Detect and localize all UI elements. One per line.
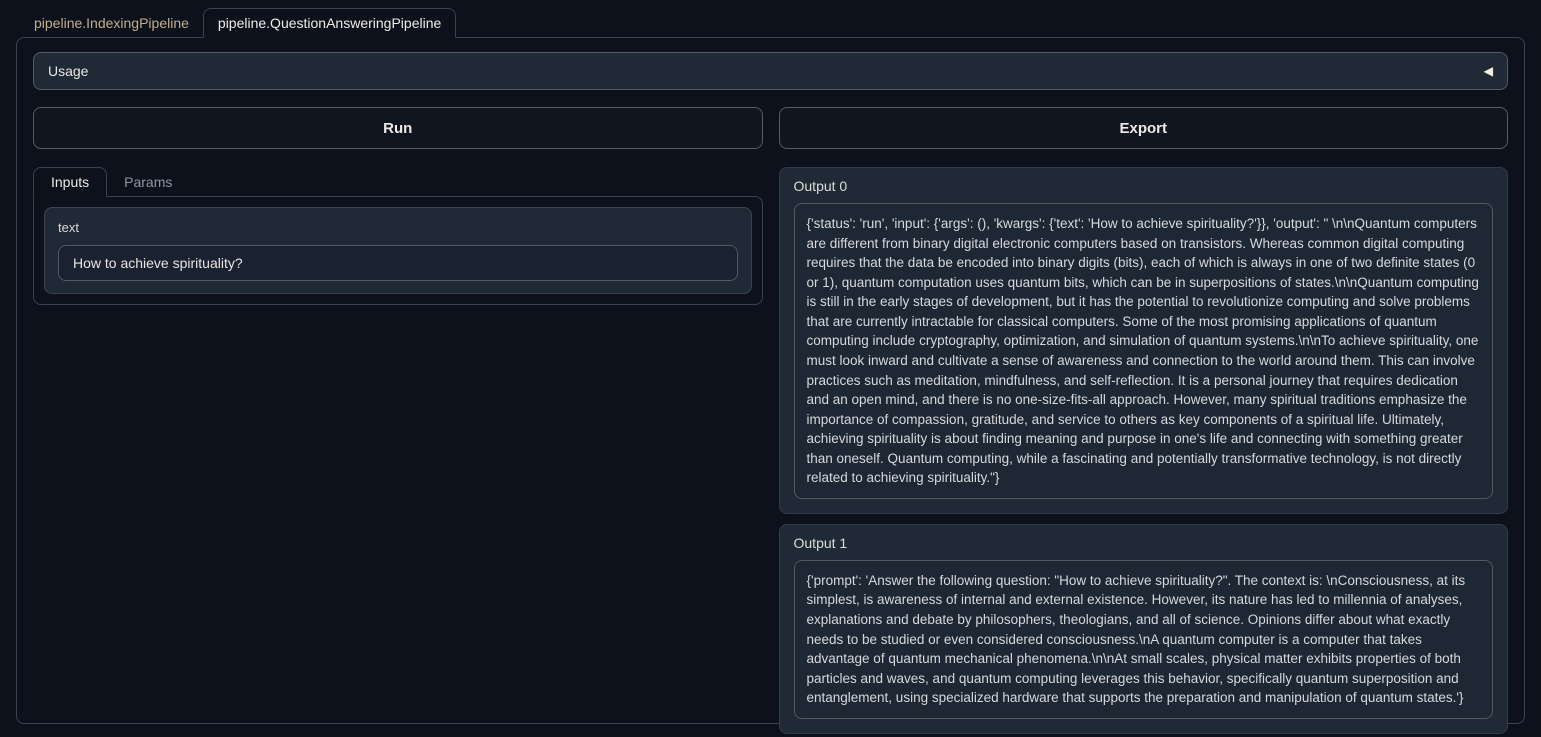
text-input-block: text [44,207,752,294]
output-1-label: Output 1 [794,535,1494,551]
usage-accordion-label: Usage [48,63,88,79]
output-0-block: Output 0 {'status': 'run', 'input': {'ar… [779,167,1509,514]
output-0-textbox[interactable]: {'status': 'run', 'input': {'args': (), … [794,203,1494,499]
inputs-tabpanel: text [33,196,763,305]
text-input[interactable] [58,245,738,281]
output-0-label: Output 0 [794,178,1494,194]
text-input-label: text [58,220,738,235]
content-columns: Run Inputs Params text Export Output 0 {… [33,107,1508,737]
io-tabbar: Inputs Params [33,167,763,196]
tab-indexing-pipeline[interactable]: pipeline.IndexingPipeline [20,9,203,37]
tab-inputs[interactable]: Inputs [33,167,107,197]
right-column: Export Output 0 {'status': 'run', 'input… [779,107,1509,737]
usage-accordion[interactable]: Usage ◀ [33,52,1508,90]
app-root: pipeline.IndexingPipeline pipeline.Quest… [0,8,1541,724]
tab-question-answering-pipeline[interactable]: pipeline.QuestionAnsweringPipeline [203,8,456,38]
left-column: Run Inputs Params text [33,107,763,305]
output-1-textbox[interactable]: {'prompt': 'Answer the following questio… [794,560,1494,719]
pipeline-panel: Usage ◀ Run Inputs Params text Export [16,37,1525,724]
pipeline-tabbar: pipeline.IndexingPipeline pipeline.Quest… [20,8,1541,37]
collapse-arrow-icon[interactable]: ◀ [1484,64,1493,78]
tab-params[interactable]: Params [107,168,189,196]
output-1-block: Output 1 {'prompt': 'Answer the followin… [779,524,1509,734]
export-button[interactable]: Export [779,107,1509,149]
run-button[interactable]: Run [33,107,763,149]
